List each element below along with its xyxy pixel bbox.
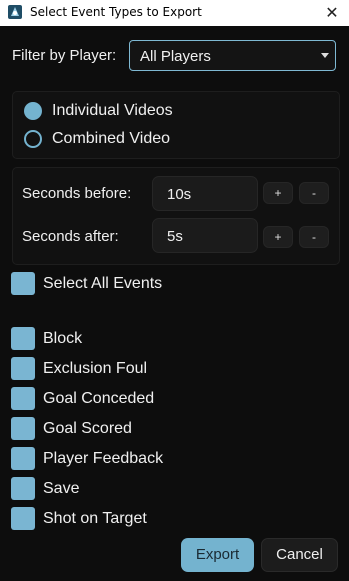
radio-individual-label[interactable]: Individual Videos: [52, 102, 173, 120]
event-label-goal-conceded[interactable]: Goal Conceded: [43, 390, 154, 408]
event-label-shot-on-target[interactable]: Shot on Target: [43, 510, 147, 528]
video-mode-group: Individual Videos Combined Video: [12, 91, 340, 159]
event-checkbox-exclusion-foul[interactable]: [11, 357, 35, 380]
chevron-down-icon: [321, 53, 329, 58]
player-filter-select[interactable]: All Players: [129, 40, 336, 71]
event-label-exclusion-foul[interactable]: Exclusion Foul: [43, 360, 147, 378]
seconds-after-decrement-button[interactable]: -: [299, 226, 329, 248]
event-checkbox-block[interactable]: [11, 327, 35, 350]
app-icon: [8, 5, 22, 19]
event-checkbox-shot-on-target[interactable]: [11, 507, 35, 530]
filter-label: Filter by Player:: [12, 47, 117, 64]
seconds-before-value: 10s: [167, 186, 192, 203]
event-label-goal-scored[interactable]: Goal Scored: [43, 420, 132, 438]
radio-individual-videos[interactable]: [24, 102, 42, 120]
radio-combined-label[interactable]: Combined Video: [52, 130, 170, 148]
seconds-after-label: Seconds after:: [22, 228, 119, 245]
export-button[interactable]: Export: [181, 538, 254, 572]
event-label-player-feedback[interactable]: Player Feedback: [43, 450, 163, 468]
event-checkbox-player-feedback[interactable]: [11, 447, 35, 470]
event-label-save[interactable]: Save: [43, 480, 79, 498]
title-bar: Select Event Types to Export ✕: [0, 0, 349, 26]
seconds-after-increment-button[interactable]: +: [263, 226, 293, 248]
seconds-before-decrement-button[interactable]: -: [299, 182, 329, 204]
select-all-label[interactable]: Select All Events: [43, 275, 162, 293]
seconds-before-label: Seconds before:: [22, 185, 132, 202]
seconds-before-input[interactable]: 10s: [152, 176, 258, 211]
seconds-before-increment-button[interactable]: +: [263, 182, 293, 204]
window-title: Select Event Types to Export: [30, 5, 202, 19]
event-checkbox-save[interactable]: [11, 477, 35, 500]
radio-combined-video[interactable]: [24, 130, 42, 148]
timing-group: Seconds before: 10s + - Seconds after: 5…: [12, 167, 340, 265]
event-checkbox-goal-scored[interactable]: [11, 417, 35, 440]
cancel-button[interactable]: Cancel: [261, 538, 338, 572]
select-all-checkbox[interactable]: [11, 272, 35, 295]
close-button[interactable]: ✕: [323, 3, 341, 23]
event-checkbox-goal-conceded[interactable]: [11, 387, 35, 410]
event-label-block[interactable]: Block: [43, 330, 82, 348]
seconds-after-value: 5s: [167, 228, 183, 245]
seconds-after-input[interactable]: 5s: [152, 218, 258, 253]
player-filter-value: All Players: [140, 48, 211, 65]
